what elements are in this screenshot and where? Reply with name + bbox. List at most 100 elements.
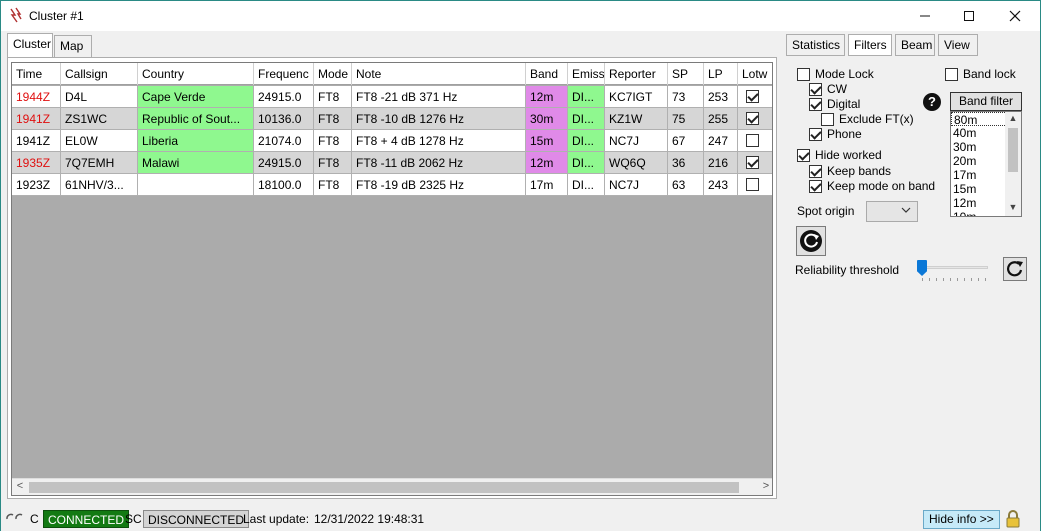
band-list-scrollbar[interactable]: ▲ ▼ [1005,112,1021,216]
cell-time: 1935Z [12,152,61,174]
reset-threshold-button[interactable] [1003,257,1027,281]
cell-country: Liberia [138,130,254,152]
col-lp[interactable]: LP [704,63,738,85]
cell-note: FT8 -11 dB 2062 Hz [352,152,526,174]
lock-icon[interactable] [1005,510,1021,528]
connected-badge[interactable]: CONNECTED [43,510,130,528]
hide-worked-checkbox[interactable]: Hide worked [797,148,882,162]
cell-time: 1941Z [12,130,61,152]
scroll-down-icon[interactable]: ▼ [1005,202,1021,216]
help-icon[interactable]: ? [923,93,941,111]
table-row[interactable]: 1944Z D4L Cape Verde 24915.0 FT8 FT8 -21 dB 3… [12,86,772,108]
scrollbar-thumb[interactable] [29,482,739,493]
digital-checkbox[interactable]: Digital [809,97,860,111]
cell-mode: FT8 [314,108,352,130]
last-update-value: 12/31/2022 19:48:31 [314,512,425,526]
col-mode[interactable]: Mode [314,63,352,85]
sc-conn-label: SC [125,512,142,526]
band-filter-list[interactable]: 80m 40m 30m 20m 17m 15m 12m 10m ▲ ▼ [950,111,1022,217]
lotw-checkbox[interactable] [746,90,759,103]
cell-note: FT8 -19 dB 2325 Hz [352,174,526,196]
col-callsign[interactable]: Callsign [61,63,138,85]
digital-box[interactable] [809,97,822,111]
phone-box[interactable] [809,127,822,141]
phone-checkbox[interactable]: Phone [809,127,862,141]
maximize-button[interactable] [946,1,992,31]
chevron-down-icon [901,205,911,218]
col-band[interactable]: Band [526,63,568,85]
cell-lotw[interactable] [738,174,772,196]
cell-freq: 24915.0 [254,152,314,174]
cell-band: 12m [526,86,568,108]
tab-map[interactable]: Map [54,35,92,57]
cell-callsign: 7Q7EMH [61,152,138,174]
col-time[interactable]: Time [12,63,61,85]
cell-reporter: NC7J [605,174,668,196]
col-frequency[interactable]: Frequenc [254,63,314,85]
hide-worked-box[interactable] [797,148,810,162]
col-emission[interactable]: Emiss [568,63,605,85]
table-row[interactable]: 1941Z ZS1WC Republic of Sout... 10136.0 FT8 F… [12,108,772,130]
cell-country [138,174,254,196]
cluster-conn-label: C [30,512,39,526]
keep-mode-on-band-box[interactable] [809,179,822,193]
cell-reporter: WQ6Q [605,152,668,174]
exclude-ftx-box[interactable] [821,112,834,126]
slider-handle[interactable] [917,260,927,276]
tab-statistics[interactable]: Statistics [786,34,845,56]
band-list-scroll-thumb[interactable] [1008,128,1018,172]
table-row[interactable]: 1935Z 7Q7EMH Malawi 24915.0 FT8 FT8 -11 dB 20… [12,152,772,174]
tab-view[interactable]: View [938,34,978,56]
cell-lotw[interactable] [738,86,772,108]
band-lock-checkbox[interactable]: Band lock [945,67,1016,81]
lotw-checkbox[interactable] [746,112,759,125]
cell-lotw[interactable] [738,108,772,130]
spot-origin-select[interactable] [866,201,918,222]
lotw-checkbox[interactable] [746,178,759,191]
app-icon [9,7,23,23]
cw-checkbox[interactable]: CW [809,82,847,96]
table-row[interactable]: 1923Z 61NHV/3... 18100.0 FT8 FT8 -19 dB 2325… [12,174,772,196]
col-country[interactable]: Country [138,63,254,85]
cell-mode: FT8 [314,152,352,174]
close-button[interactable] [992,1,1038,31]
cw-box[interactable] [809,82,822,96]
cell-lotw[interactable] [738,152,772,174]
band-filter-button[interactable]: Band filter [950,92,1022,111]
col-reporter[interactable]: Reporter [605,63,668,85]
grid-header: Time Callsign Country Frequenc Mode Note… [12,63,772,85]
scroll-left-icon[interactable]: < [12,480,28,495]
disconnected-badge[interactable]: DISCONNECTED [143,510,250,528]
mode-lock-checkbox[interactable]: Mode Lock [797,67,874,81]
scroll-right-icon[interactable]: > [758,480,772,495]
keep-mode-on-band-checkbox[interactable]: Keep mode on band [809,179,935,193]
tab-beam[interactable]: Beam [895,34,935,56]
cell-band: 30m [526,108,568,130]
lotw-checkbox[interactable] [746,156,759,169]
minimize-button[interactable] [902,1,948,31]
cell-callsign: D4L [61,86,138,108]
reliability-slider[interactable] [916,260,990,282]
keep-bands-checkbox[interactable]: Keep bands [809,164,891,178]
cell-note: FT8 -21 dB 371 Hz [352,86,526,108]
col-sp[interactable]: SP [668,63,704,85]
exclude-ftx-checkbox[interactable]: Exclude FT(x) [821,112,914,126]
band-lock-box[interactable] [945,67,958,81]
mode-lock-box[interactable] [797,67,810,81]
tab-cluster[interactable]: Cluster [7,33,53,57]
refresh-icon [800,230,822,252]
cell-emiss: DI... [568,130,605,152]
lotw-checkbox[interactable] [746,134,759,147]
hide-info-button[interactable]: Hide info >> [923,510,1000,529]
col-lotw[interactable]: Lotw [738,63,772,85]
cell-freq: 21074.0 [254,130,314,152]
scroll-up-icon[interactable]: ▲ [1005,113,1021,127]
keep-bands-box[interactable] [809,164,822,178]
table-row[interactable]: 1941Z EL0W Liberia 21074.0 FT8 FT8 + 4 dB 127… [12,130,772,152]
tab-filters[interactable]: Filters [848,34,892,56]
horizontal-scrollbar[interactable]: < > [12,478,772,495]
cell-lotw[interactable] [738,130,772,152]
col-note[interactable]: Note [352,63,526,85]
refresh-spots-button[interactable] [796,226,826,256]
cell-reporter: NC7J [605,130,668,152]
